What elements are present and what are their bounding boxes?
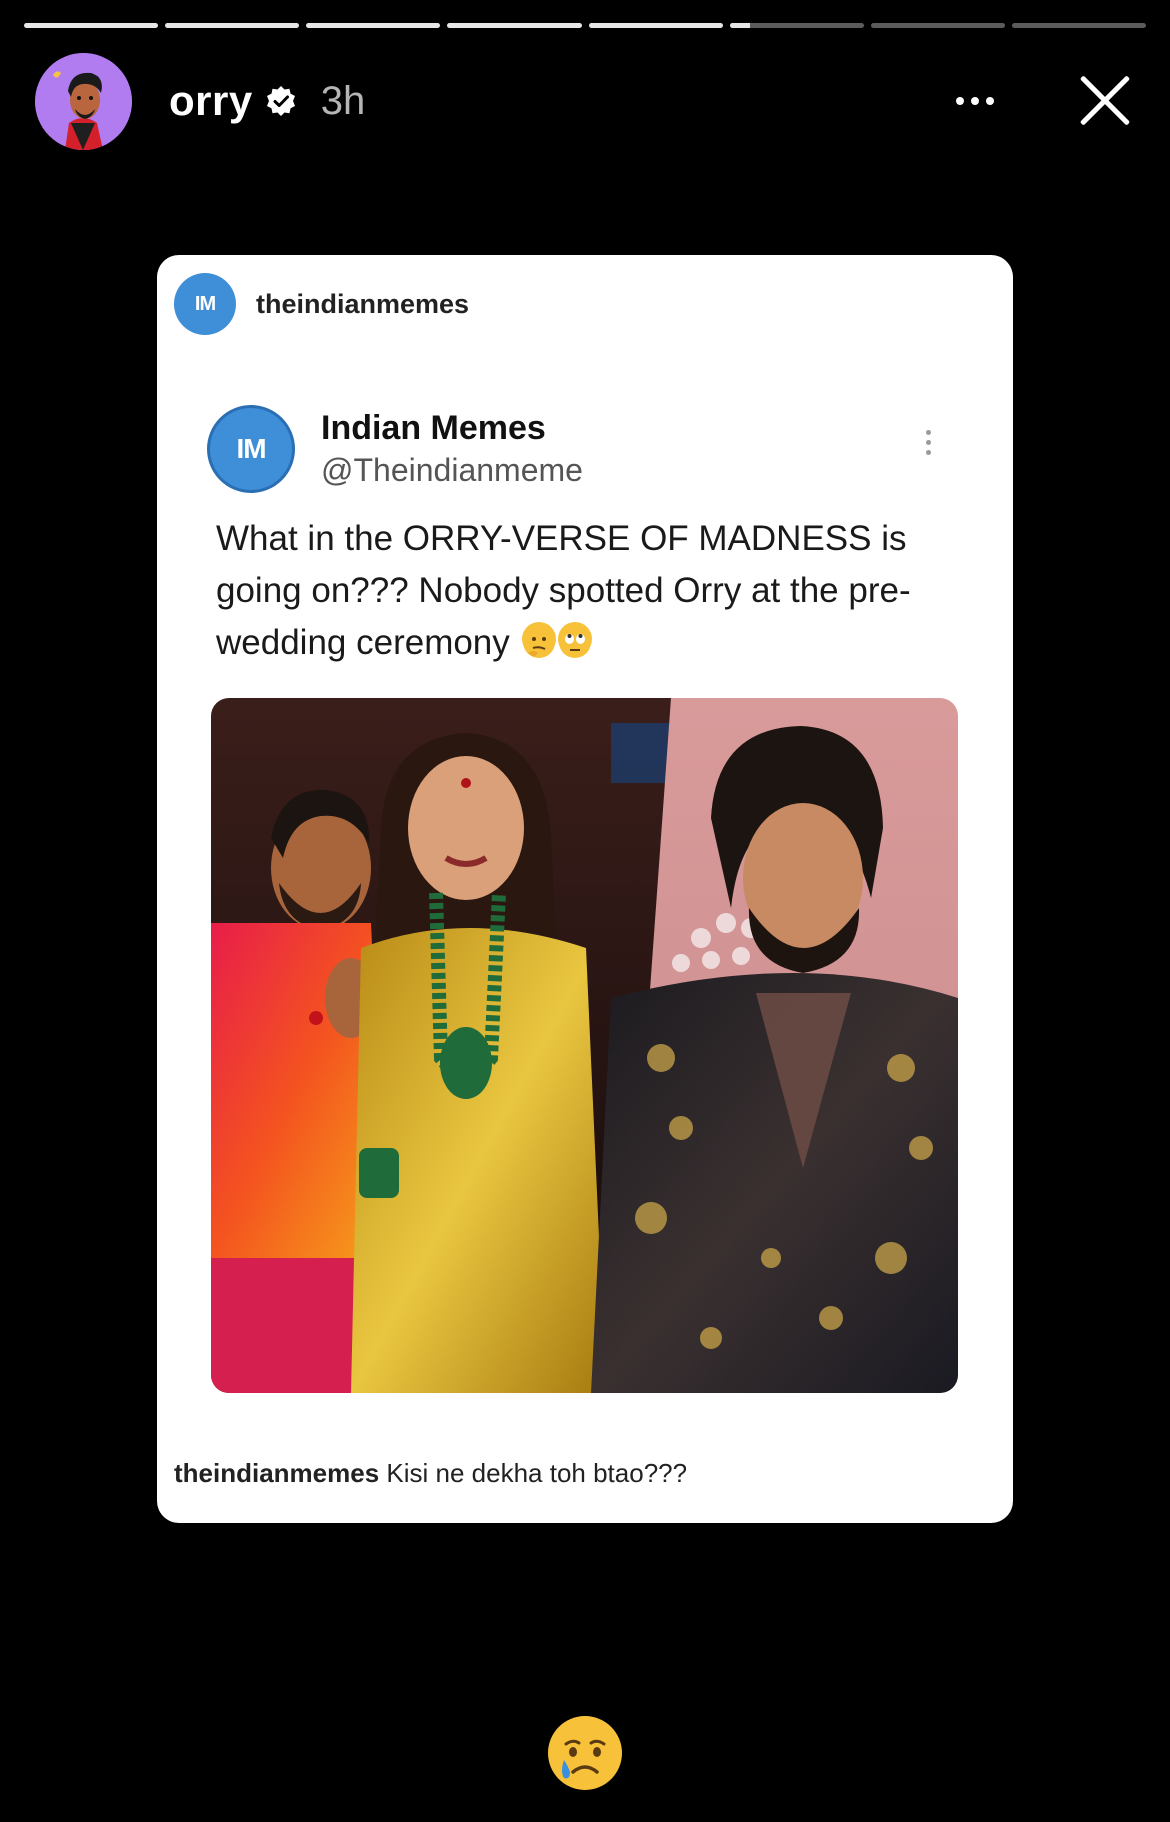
progress-segment bbox=[588, 23, 723, 28]
caption-username[interactable]: theindianmemes bbox=[174, 1458, 379, 1488]
progress-segment bbox=[1011, 23, 1146, 28]
progress-segment-fill bbox=[588, 23, 723, 28]
tweet-display-name: Indian Memes bbox=[321, 409, 546, 447]
verified-badge-icon bbox=[265, 85, 297, 117]
tweet-header: IM Indian Memes @Theindianmeme bbox=[207, 405, 583, 493]
story-header: orry 3h bbox=[35, 52, 1135, 150]
rolling-eyes-emoji bbox=[557, 622, 592, 658]
avatar[interactable] bbox=[35, 52, 132, 150]
progress-segment bbox=[729, 23, 864, 28]
progress-segment-fill bbox=[729, 23, 750, 28]
caption-text: Kisi ne dekha toh btao??? bbox=[379, 1458, 688, 1488]
progress-segment bbox=[306, 23, 441, 28]
progress-segment-fill bbox=[306, 23, 441, 28]
cartoon-avatar-icon bbox=[35, 52, 132, 150]
post-caption: theindianmemes Kisi ne dekha toh btao??? bbox=[174, 1458, 687, 1489]
post-time: 3h bbox=[320, 78, 366, 123]
progress-segment-fill bbox=[165, 23, 300, 28]
tweet-menu-icon bbox=[926, 430, 931, 455]
shared-account-name[interactable]: theindianmemes bbox=[256, 289, 469, 320]
progress-segment bbox=[870, 23, 1005, 28]
story-viewer[interactable]: orry 3h IM theindianmemes IM Indian Meme… bbox=[0, 0, 1170, 1822]
shared-post-header: IM theindianmemes bbox=[174, 273, 469, 335]
tweet-handle: @Theindianmeme bbox=[321, 452, 583, 488]
tweet-avatar: IM bbox=[207, 405, 295, 493]
progress-segment bbox=[447, 23, 582, 28]
progress-segment bbox=[165, 23, 300, 28]
progress-segment bbox=[24, 23, 159, 28]
shared-post-card[interactable]: IM theindianmemes IM Indian Memes @Thein… bbox=[157, 255, 1013, 1523]
close-icon[interactable] bbox=[1075, 71, 1135, 131]
post-photo-collage bbox=[211, 698, 958, 1393]
progress-segment-fill bbox=[447, 23, 582, 28]
more-options-icon[interactable] bbox=[945, 81, 1005, 121]
account-avatar[interactable]: IM bbox=[174, 273, 236, 335]
crying-face-emoji bbox=[546, 1714, 624, 1792]
photo-collage-illustration bbox=[211, 698, 958, 1393]
tweet-text: What in the ORRY-VERSE OF MADNESS is goi… bbox=[216, 513, 936, 669]
thinking-face-emoji bbox=[521, 622, 556, 658]
story-progress-bar bbox=[24, 23, 1146, 28]
username[interactable]: orry bbox=[169, 77, 253, 125]
progress-segment-fill bbox=[24, 23, 159, 28]
